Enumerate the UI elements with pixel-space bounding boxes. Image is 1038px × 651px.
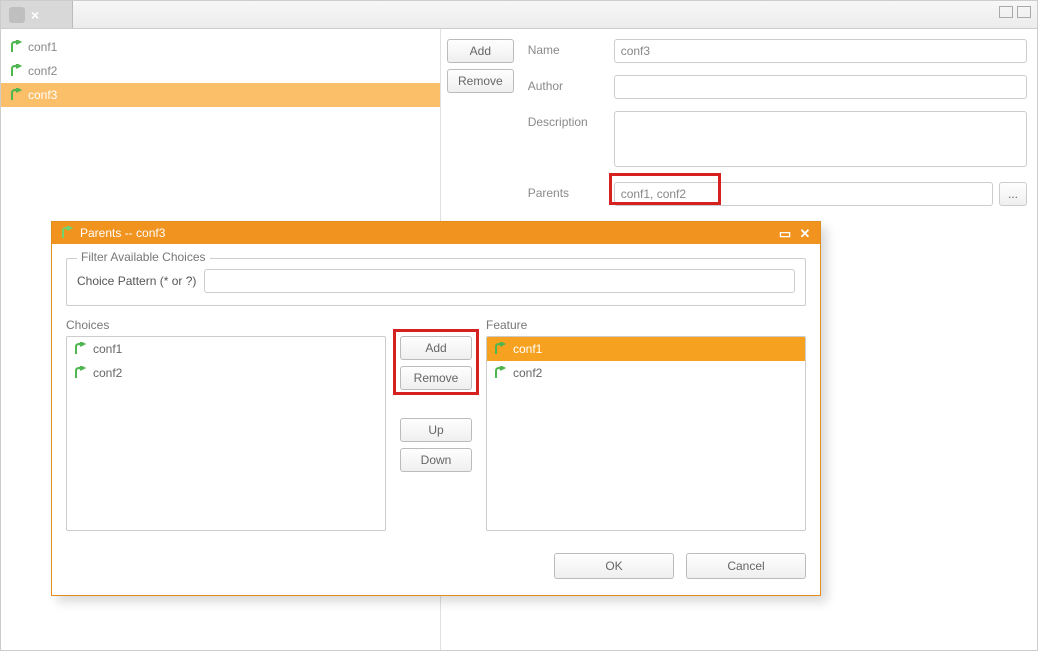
tab-bar: × xyxy=(1,1,1037,29)
dialog-title-text: Parents -- conf3 xyxy=(80,226,165,240)
list-item-label: conf1 xyxy=(93,342,122,356)
choices-column: Choices conf1 conf2 xyxy=(66,318,386,531)
list-item-label: conf2 xyxy=(93,366,122,380)
config-item[interactable]: conf3 xyxy=(1,83,440,107)
feature-label: Feature xyxy=(486,318,806,332)
choice-pattern-field[interactable] xyxy=(204,269,795,293)
remove-from-feature-button[interactable]: Remove xyxy=(400,366,472,390)
move-up-button[interactable]: Up xyxy=(400,418,472,442)
branch-icon xyxy=(9,88,23,102)
dialog-close-icon[interactable]: ✕ xyxy=(798,226,812,240)
form-button-column: Add Remove xyxy=(447,39,514,218)
list-item[interactable]: conf1 xyxy=(67,337,385,361)
branch-icon xyxy=(60,226,74,240)
close-tab-icon[interactable]: × xyxy=(31,8,39,22)
cancel-button[interactable]: Cancel xyxy=(686,553,806,579)
dialog-maximize-icon[interactable]: ▭ xyxy=(778,226,792,240)
feature-column: Feature conf1 conf2 xyxy=(486,318,806,531)
config-item[interactable]: conf1 xyxy=(1,35,440,59)
dual-list-picker: Choices conf1 conf2 xyxy=(66,318,806,531)
config-item-label: conf2 xyxy=(28,64,57,78)
choice-pattern-label: Choice Pattern (* or ?) xyxy=(77,274,196,288)
list-item[interactable]: conf1 xyxy=(487,337,805,361)
add-to-feature-button[interactable]: Add xyxy=(400,336,472,360)
minimize-icon[interactable] xyxy=(999,6,1013,18)
config-item-label: conf3 xyxy=(28,88,57,102)
branch-icon xyxy=(73,366,87,380)
remove-config-button[interactable]: Remove xyxy=(447,69,514,93)
add-config-button[interactable]: Add xyxy=(447,39,514,63)
choices-label: Choices xyxy=(66,318,386,332)
description-label: Description xyxy=(528,111,604,129)
parents-dialog: Parents -- conf3 ▭ ✕ Filter Available Ch… xyxy=(51,221,821,596)
dialog-titlebar[interactable]: Parents -- conf3 ▭ ✕ xyxy=(52,222,820,244)
branch-icon xyxy=(493,366,507,380)
dialog-footer: OK Cancel xyxy=(66,553,806,579)
name-field[interactable] xyxy=(614,39,1027,63)
branch-icon xyxy=(73,342,87,356)
config-item-label: conf1 xyxy=(28,40,57,54)
branch-icon xyxy=(9,64,23,78)
description-field[interactable] xyxy=(614,111,1027,167)
branch-icon xyxy=(493,342,507,356)
choices-listbox[interactable]: conf1 conf2 xyxy=(66,336,386,531)
list-item[interactable]: conf2 xyxy=(487,361,805,385)
list-item-label: conf2 xyxy=(513,366,542,380)
feature-listbox[interactable]: conf1 conf2 xyxy=(486,336,806,531)
name-label: Name xyxy=(528,39,604,57)
filter-legend: Filter Available Choices xyxy=(77,250,210,264)
ok-button[interactable]: OK xyxy=(554,553,674,579)
author-field[interactable] xyxy=(614,75,1027,99)
maximize-icon[interactable] xyxy=(1017,6,1031,18)
list-item[interactable]: conf2 xyxy=(67,361,385,385)
move-down-button[interactable]: Down xyxy=(400,448,472,472)
branch-icon xyxy=(9,40,23,54)
editor-tab[interactable]: × xyxy=(1,1,73,28)
app-icon xyxy=(9,7,25,23)
window-controls xyxy=(999,6,1031,18)
filter-fieldset: Filter Available Choices Choice Pattern … xyxy=(66,258,806,306)
transfer-buttons: Add Remove Up Down xyxy=(400,318,472,472)
parents-field[interactable] xyxy=(614,182,993,206)
list-item-label: conf1 xyxy=(513,342,542,356)
config-item[interactable]: conf2 xyxy=(1,59,440,83)
author-label: Author xyxy=(528,75,604,93)
parents-browse-button[interactable]: ... xyxy=(999,182,1027,206)
parents-label: Parents xyxy=(528,182,604,200)
